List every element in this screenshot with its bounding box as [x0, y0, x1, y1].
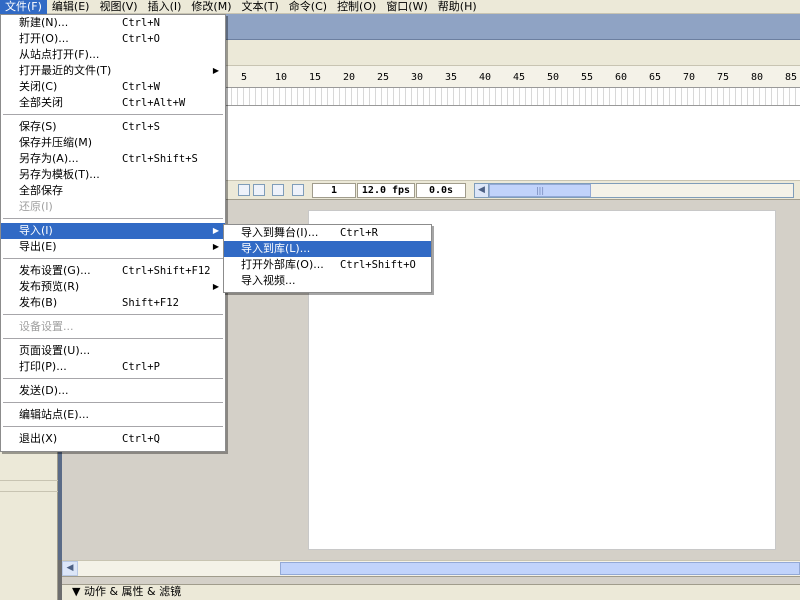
elapsed-time-field: 0.0s — [416, 183, 466, 198]
menu-item-save-all[interactable]: 全部保存 — [1, 183, 225, 199]
scroll-thumb[interactable]: ||| — [489, 184, 591, 197]
menu-file[interactable]: 文件(F) — [0, 0, 47, 14]
edit-multiple-frames-icon[interactable] — [272, 184, 284, 196]
menu-item-export[interactable]: 导出(E) ▶ — [1, 239, 225, 255]
timeline-tick: 65 — [649, 72, 662, 83]
timeline-tick: 70 — [683, 72, 696, 83]
document-title-bar — [226, 14, 800, 40]
submenu-arrow-icon: ▶ — [212, 226, 219, 235]
timeline-tick: 45 — [513, 72, 526, 83]
menu-separator — [1, 423, 225, 431]
menu-separator — [1, 311, 225, 319]
scroll-left-icon[interactable]: ◀ — [62, 561, 78, 576]
file-menu: 新建(N)... Ctrl+N 打开(O)... Ctrl+O 从站点打开(F)..… — [0, 14, 226, 452]
timeline-tick: 55 — [581, 72, 594, 83]
timeline-tick: 15 — [309, 72, 322, 83]
timeline-tick: 10 — [275, 72, 288, 83]
timeline-tick: 75 — [717, 72, 730, 83]
submenu-arrow-icon: ▶ — [212, 282, 219, 291]
timeline-tick: 20 — [343, 72, 356, 83]
panel-bar-label: ▼ 动作 & 属性 & 滤镜 — [72, 585, 182, 598]
submenu-arrow-icon: ▶ — [212, 66, 219, 75]
tools-panel-divider — [0, 480, 58, 492]
menu-item-save-and-compact[interactable]: 保存并压缩(M) — [1, 135, 225, 151]
menu-commands[interactable]: 命令(C) — [284, 0, 332, 14]
menu-bar: 文件(F) 编辑(E) 视图(V) 插入(I) 修改(M) 文本(T) 命令(C… — [0, 0, 800, 14]
timeline-status-bar: 1 12.0 fps 0.0s ◀ ||| — [226, 180, 800, 200]
timeline-tick: 30 — [411, 72, 424, 83]
menu-item-edit-sites[interactable]: 编辑站点(E)... — [1, 407, 225, 423]
menu-separator — [1, 111, 225, 119]
timeline-ruler[interactable]: 5 10 15 20 25 30 35 40 45 50 55 60 65 70… — [226, 66, 800, 88]
menu-separator — [1, 335, 225, 343]
menu-item-exit[interactable]: 退出(X) Ctrl+Q — [1, 431, 225, 447]
menu-window[interactable]: 窗口(W) — [381, 0, 432, 14]
stage-horizontal-scrollbar[interactable]: ◀ — [62, 560, 800, 576]
menu-item-open-external-library[interactable]: 打开外部库(O)... Ctrl+Shift+O — [224, 257, 431, 273]
menu-item-import-to-library[interactable]: 导入到库(L)... — [224, 241, 431, 257]
timeline-tick: 60 — [615, 72, 628, 83]
menu-item-save-as[interactable]: 另存为(A)... Ctrl+Shift+S — [1, 151, 225, 167]
frame-rate-field[interactable]: 12.0 fps — [357, 183, 415, 198]
menu-item-device-settings: 设备设置... — [19, 320, 74, 333]
menu-help[interactable]: 帮助(H) — [433, 0, 482, 14]
menu-item-close-all[interactable]: 全部关闭 Ctrl+Alt+W — [1, 95, 225, 111]
timeline-tick: 5 — [241, 72, 248, 83]
menu-separator — [1, 215, 225, 223]
menu-item-print[interactable]: 打印(P)... Ctrl+P — [1, 359, 225, 375]
menu-item-page-setup[interactable]: 页面设置(U)... — [1, 343, 225, 359]
panel-resize-handle[interactable] — [62, 576, 800, 584]
menu-item-open-recent[interactable]: 打开最近的文件(T) ▶ — [1, 63, 225, 79]
timeline-scrollbar[interactable]: ◀ ||| — [474, 183, 794, 198]
properties-panel-bar[interactable]: ▼ 动作 & 属性 & 滤镜 — [62, 584, 800, 600]
menu-item-open-from-site[interactable]: 从站点打开(F)... — [1, 47, 225, 63]
menu-text[interactable]: 文本(T) — [236, 0, 283, 14]
menu-separator — [1, 375, 225, 383]
menu-separator — [1, 399, 225, 407]
import-submenu: 导入到舞台(I)... Ctrl+R 导入到库(L)... 打开外部库(O)...… — [223, 224, 432, 293]
menu-view[interactable]: 视图(V) — [94, 0, 142, 14]
timeline-frames-row[interactable] — [226, 88, 800, 106]
current-frame-field: 1 — [312, 183, 356, 198]
menu-item-import-to-stage[interactable]: 导入到舞台(I)... Ctrl+R — [224, 225, 431, 241]
menu-item-import-video[interactable]: 导入视频... — [224, 273, 431, 289]
menu-item-close[interactable]: 关闭(C) Ctrl+W — [1, 79, 225, 95]
edit-bar — [226, 40, 800, 66]
menu-modify[interactable]: 修改(M) — [186, 0, 236, 14]
menu-item-save[interactable]: 保存(S) Ctrl+S — [1, 119, 225, 135]
timeline-layers-area[interactable] — [226, 106, 800, 180]
timeline-tick: 85 — [785, 72, 798, 83]
menu-separator — [1, 255, 225, 263]
menu-insert[interactable]: 插入(I) — [143, 0, 187, 14]
menu-item-send[interactable]: 发送(D)... — [1, 383, 225, 399]
timeline-tick: 35 — [445, 72, 458, 83]
scroll-thumb[interactable] — [280, 562, 800, 575]
timeline-tick: 80 — [751, 72, 764, 83]
scroll-left-icon[interactable]: ◀ — [475, 184, 489, 197]
timeline-tick: 25 — [377, 72, 390, 83]
menu-item-open[interactable]: 打开(O)... Ctrl+O — [1, 31, 225, 47]
onion-outline-icon[interactable] — [253, 184, 265, 196]
menu-edit[interactable]: 编辑(E) — [47, 0, 95, 14]
modify-markers-icon[interactable] — [292, 184, 304, 196]
menu-item-import[interactable]: 导入(I) ▶ — [1, 223, 225, 239]
menu-item-publish-preview[interactable]: 发布预览(R) ▶ — [1, 279, 225, 295]
menu-control[interactable]: 控制(O) — [332, 0, 381, 14]
menu-item-new[interactable]: 新建(N)... Ctrl+N — [1, 15, 225, 31]
menu-item-revert: 还原(I) — [19, 200, 53, 213]
menu-item-publish[interactable]: 发布(B) Shift+F12 — [1, 295, 225, 311]
menu-item-publish-settings[interactable]: 发布设置(G)... Ctrl+Shift+F12 — [1, 263, 225, 279]
timeline-tick: 50 — [547, 72, 560, 83]
timeline-tick: 40 — [479, 72, 492, 83]
submenu-arrow-icon: ▶ — [212, 242, 219, 251]
menu-item-save-as-template[interactable]: 另存为模板(T)... — [1, 167, 225, 183]
onion-skin-icon[interactable] — [238, 184, 250, 196]
